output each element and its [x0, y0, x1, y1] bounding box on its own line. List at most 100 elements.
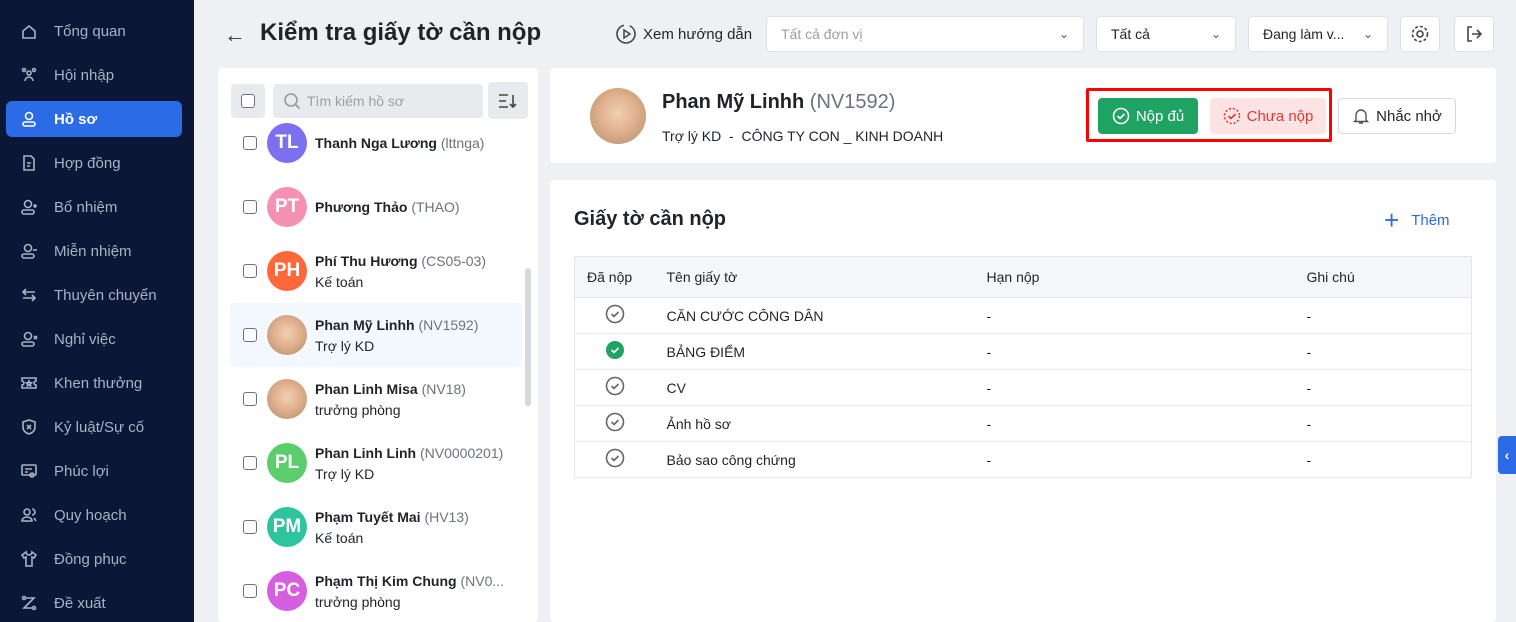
profile-name-line: Phan Mỹ Linhh (NV1592) [662, 91, 895, 114]
not-submitted-check-icon[interactable] [605, 376, 625, 396]
list-item[interactable]: PL Phan Linh Linh (NV0000201) Trợ lý KD [230, 431, 522, 495]
profile-company: CÔNG TY CON _ KINH DOANH [741, 128, 944, 144]
export-button[interactable] [1454, 16, 1494, 52]
check-circle-icon [1112, 107, 1130, 125]
doc-name: Bảo sao công chứng [654, 441, 975, 478]
submitted-check-icon[interactable] [605, 340, 625, 360]
list-item[interactable]: PC Phạm Thị Kim Chung (NV0... trưởng phòng [230, 559, 522, 622]
sidebar-item-3[interactable]: Hợp đồng [6, 145, 182, 181]
scrollbar[interactable] [525, 268, 531, 406]
sidebar-item-label: Tổng quan [54, 22, 126, 40]
bell-icon [1352, 109, 1370, 124]
sidebar-item-11[interactable]: Quy hoạch [6, 497, 182, 533]
checkbox[interactable] [243, 328, 257, 342]
checkbox[interactable] [243, 136, 257, 150]
checkbox[interactable] [243, 264, 257, 278]
remind-button[interactable]: Nhắc nhở [1338, 98, 1456, 134]
sidebar-item-6[interactable]: Thuyên chuyển [6, 277, 182, 313]
doc-note: - [1294, 297, 1472, 334]
item-role: Kế toán [315, 529, 364, 546]
item-name: Phạm Tuyết Mai [315, 508, 421, 525]
play-circle-icon [616, 24, 636, 44]
item-name: Thanh Nga Lương [315, 135, 437, 151]
item-name: Phạm Thị Kim Chung [315, 572, 457, 589]
item-code: (NV1592) [418, 316, 479, 333]
list-item[interactable]: Phan Linh Misa (NV18) trưởng phòng [230, 367, 522, 431]
list-item[interactable]: PH Phí Thu Hương (CS05-03) Kế toán [230, 239, 522, 303]
checkbox[interactable] [243, 584, 257, 598]
item-code: (NV0... [460, 572, 505, 589]
not-submitted-button[interactable]: Chưa nộp [1210, 98, 1326, 134]
doc-deadline: - [974, 405, 1295, 442]
doc-name: CV [654, 369, 975, 406]
unit-select[interactable]: Tất cả đơn vị ⌄ [766, 16, 1084, 52]
sidebar-item-label: Phúc lợi [54, 462, 109, 480]
ticket-star-icon [20, 374, 38, 392]
sidebar-item-10[interactable]: Phúc lợi [6, 453, 182, 489]
list-item[interactable]: Phan Mỹ Linhh (NV1592) Trợ lý KD [230, 303, 522, 367]
sidebar-item-1[interactable]: Hội nhập [6, 57, 182, 93]
sidebar-item-label: Kỷ luật/Sự cố [54, 418, 145, 436]
checkbox[interactable] [241, 94, 255, 108]
item-name-line: Phạm Tuyết Mai (HV13) [315, 509, 469, 525]
checkbox[interactable] [243, 392, 257, 406]
add-button[interactable]: + Thêm [1384, 207, 1450, 233]
avatar [267, 379, 307, 419]
sidebar-item-label: Hợp đồng [54, 154, 121, 172]
list-item[interactable]: PM Phạm Tuyết Mai (HV13) Kế toán [230, 495, 522, 559]
chevron-down-icon: ⌄ [1362, 27, 1373, 41]
item-name: Phí Thu Hương [315, 252, 418, 269]
sidebar-item-2[interactable]: Hồ sơ [6, 101, 182, 137]
doc-deadline: - [974, 369, 1295, 406]
sidebar-item-0[interactable]: Tổng quan [6, 13, 182, 49]
item-name-line: Thanh Nga Lương (lttnga) [315, 135, 484, 151]
list-item[interactable]: PT Phương Thảo (THAO) [230, 175, 522, 239]
column-header: Tên giấy tờ [654, 256, 975, 298]
dashed-check-circle-icon [1223, 107, 1240, 125]
sidebar-item-9[interactable]: Kỷ luật/Sự cố [6, 409, 182, 445]
item-code: (NV18) [421, 380, 466, 397]
not-submitted-check-icon[interactable] [605, 304, 625, 324]
certificate-icon [20, 462, 38, 480]
checkbox[interactable] [243, 456, 257, 470]
checkbox[interactable] [243, 200, 257, 214]
sidebar-item-7[interactable]: Nghỉ việc [6, 321, 182, 357]
avatar: PH [267, 251, 307, 291]
not-submitted-check-icon[interactable] [605, 412, 625, 432]
item-code: (lttnga) [440, 135, 485, 151]
status-select[interactable]: Tất cả ⌄ [1096, 16, 1236, 52]
doc-name: CĂN CƯỚC CÔNG DÂN [654, 297, 975, 334]
settings-button[interactable] [1400, 16, 1440, 52]
sidebar-item-label: Miễn nhiệm [54, 242, 132, 260]
chevron-left-icon: ‹ [1504, 447, 1510, 463]
sidebar-item-13[interactable]: Đề xuất [6, 585, 182, 621]
doc-note: - [1294, 405, 1472, 442]
sidebar-item-8[interactable]: Khen thưởng [6, 365, 182, 401]
sidebar-item-label: Bổ nhiệm [54, 198, 118, 216]
profile-subtitle: Trợ lý KD - CÔNG TY CON _ KINH DOANH [662, 128, 943, 144]
work-status-select[interactable]: Đang làm v... ⌄ [1248, 16, 1388, 52]
route-icon [20, 594, 38, 612]
list-item[interactable]: TL Thanh Nga Lương (lttnga) [230, 111, 522, 175]
guide-button[interactable]: Xem hướng dẫn [615, 23, 752, 45]
avatar: TL [267, 123, 307, 163]
avatar: PT [267, 187, 307, 227]
sidebar-item-5[interactable]: Miễn nhiệm [6, 233, 182, 269]
submitted-full-button[interactable]: Nộp đủ [1098, 98, 1198, 134]
doc-name: Ảnh hồ sơ [654, 405, 975, 442]
user-x-icon [20, 330, 38, 348]
collapse-panel-button[interactable]: ‹ [1498, 436, 1516, 474]
add-label: Thêm [1411, 211, 1450, 229]
sidebar-item-12[interactable]: Đồng phục [6, 541, 182, 577]
avatar [267, 315, 307, 355]
transfer-icon [20, 286, 38, 304]
checkbox[interactable] [243, 520, 257, 534]
not-submitted-check-icon[interactable] [605, 448, 625, 468]
unit-placeholder: Tất cả đơn vị [781, 26, 863, 42]
sidebar-item-4[interactable]: Bổ nhiệm [6, 189, 182, 225]
btn-label: Nộp đủ [1135, 107, 1185, 125]
documents-table: Đã nộp Tên giấy tờ Hạn nộp Ghi chú CĂN CƯỚC… [574, 256, 1472, 478]
doc-deadline: - [974, 297, 1295, 334]
back-arrow-icon[interactable]: ← [224, 22, 246, 48]
avatar: PM [267, 507, 307, 547]
